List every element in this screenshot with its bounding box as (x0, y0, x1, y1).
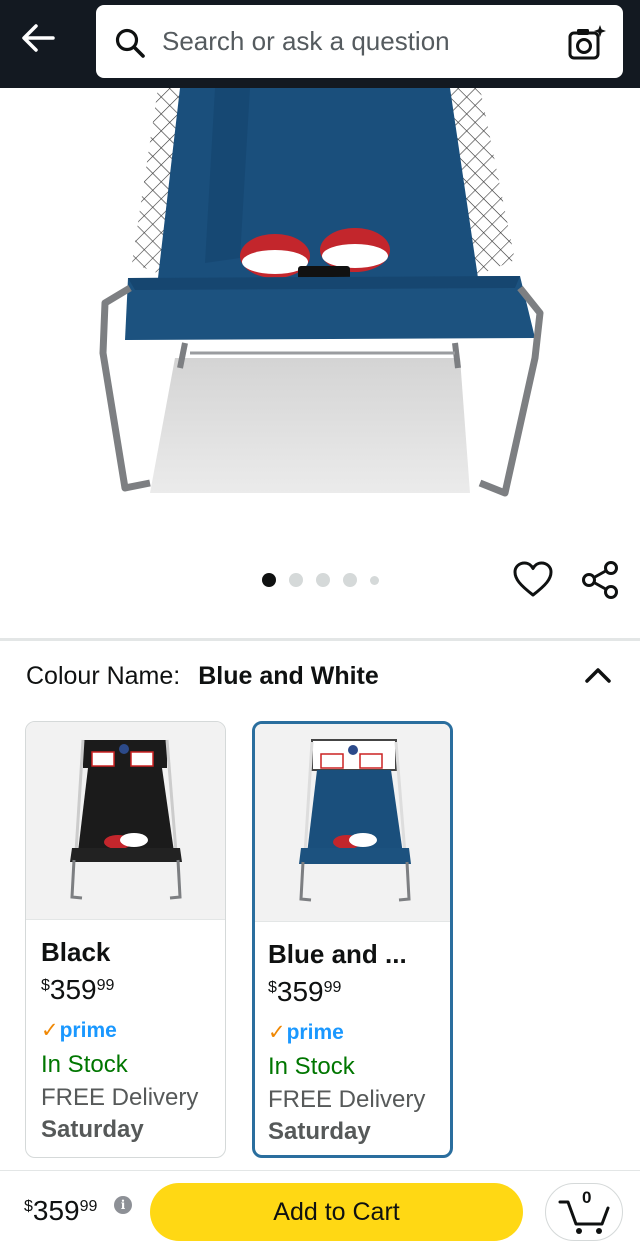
price-fraction: 99 (323, 979, 342, 996)
prime-badge: ✓ prime (268, 1020, 450, 1046)
variant-thumbnail-blue-and-white (299, 739, 411, 902)
stock-status: In Stock (268, 1053, 355, 1080)
variant-price: $ 359 99 (268, 976, 450, 1008)
product-photo-arcade-basketball (99, 88, 544, 497)
price-fraction: 99 (79, 1198, 98, 1215)
search-icon (115, 28, 145, 58)
image-carousel-dots[interactable] (262, 572, 379, 588)
carousel-dot-active[interactable] (262, 573, 276, 587)
variant-thumbnail (26, 722, 225, 920)
cart-button[interactable]: 0 (545, 1183, 623, 1241)
carousel-dot[interactable] (343, 573, 357, 587)
prime-label: prime (286, 1021, 344, 1044)
chevron-up-icon[interactable] (582, 660, 614, 690)
back-arrow-icon (22, 24, 55, 52)
prime-check-icon: ✓ (41, 1019, 59, 1042)
prime-badge: ✓ prime (41, 1018, 225, 1044)
price-symbol: $ (41, 977, 50, 994)
search-box[interactable] (96, 5, 623, 78)
price-whole: 359 (32, 1195, 80, 1226)
stock-status: In Stock (41, 1051, 128, 1078)
add-to-cart-button[interactable]: Add to Cart (150, 1183, 523, 1241)
carousel-dot[interactable] (316, 573, 330, 587)
price-symbol: $ (268, 979, 277, 996)
variant-thumbnail-black (70, 739, 182, 900)
colour-name-label: Colour Name: (26, 662, 181, 690)
cart-count: 0 (582, 1188, 592, 1207)
search-input[interactable] (162, 21, 552, 61)
variant-price: $ 359 99 (41, 974, 225, 1006)
variant-thumbnail (255, 724, 450, 922)
delivery-day: Saturday (41, 1116, 144, 1143)
prime-check-icon: ✓ (268, 1021, 286, 1044)
back-button[interactable] (14, 18, 62, 58)
variant-card-blue-and-white[interactable]: Blue and ... $ 359 99 ✓ prime In Stock F… (252, 721, 453, 1158)
heart-icon[interactable] (512, 560, 554, 600)
top-bar (0, 0, 640, 88)
variant-card-black[interactable]: Black $ 359 99 ✓ prime In Stock FREE Del… (25, 721, 226, 1158)
carousel-dot[interactable] (370, 575, 379, 585)
delivery-text: FREE Delivery (268, 1086, 426, 1113)
footer-price: $ 359 99 (24, 1195, 97, 1227)
delivery-text: FREE Delivery (41, 1084, 199, 1111)
colour-name-value: Blue and White (198, 662, 379, 690)
price-whole: 359 (49, 974, 97, 1005)
section-divider (0, 638, 640, 641)
bottom-buy-bar: $ 359 99 i Add to Cart 0 (0, 1170, 640, 1250)
carousel-dot[interactable] (289, 573, 303, 587)
price-fraction: 99 (96, 977, 115, 994)
delivery-day: Saturday (268, 1118, 371, 1145)
price-symbol: $ (24, 1198, 33, 1215)
variant-name: Blue and ... (268, 939, 407, 969)
camera-search-icon[interactable] (567, 23, 607, 63)
info-icon[interactable]: i (114, 1196, 132, 1214)
variant-name: Black (41, 937, 111, 967)
prime-label: prime (59, 1019, 117, 1042)
colour-name-row: Colour Name: Blue and White (26, 662, 379, 691)
share-icon[interactable] (580, 560, 620, 600)
price-whole: 359 (276, 976, 324, 1007)
product-image[interactable] (0, 88, 640, 538)
